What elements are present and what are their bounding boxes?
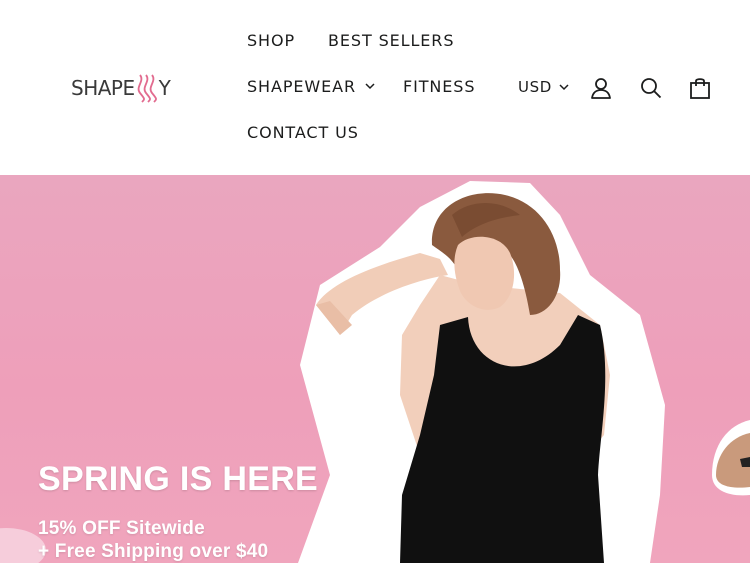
hero-banner[interactable]: SPRING IS HERE 15% OFF Sitewide + Free S… — [0, 175, 750, 563]
hero-offer-line: 15% OFF Sitewide — [38, 518, 205, 539]
nav-item-label: FITNESS — [403, 77, 476, 96]
nav-item-label: SHOP — [247, 31, 296, 50]
logo-text-right: Y — [158, 76, 171, 100]
nav-item-label: SHAPEWEAR — [247, 77, 356, 96]
nav-item-label: BEST SELLERS — [328, 31, 455, 50]
currency-label: USD — [518, 78, 552, 96]
logo-text-left: SHAPE — [71, 76, 135, 100]
nav-item-shop[interactable]: SHOP — [247, 31, 295, 50]
nav-item-shapewear[interactable]: SHAPEWEAR — [247, 77, 375, 96]
hero-shipping-line: + Free Shipping over $40 — [38, 541, 269, 562]
cart-icon[interactable] — [688, 76, 712, 100]
currency-selector[interactable]: USD — [518, 78, 569, 96]
search-icon[interactable] — [639, 76, 663, 100]
logo-wave-mark-icon — [137, 74, 157, 103]
chevron-down-icon — [365, 83, 375, 90]
nav-item-best-sellers[interactable]: BEST SELLERS — [328, 31, 454, 50]
nav-item-label: CONTACT US — [247, 123, 359, 142]
nav-item-fitness[interactable]: FITNESS — [403, 77, 475, 96]
hero-model-image — [0, 181, 750, 563]
account-icon[interactable] — [589, 76, 613, 100]
hero-title: SPRING IS HERE — [38, 460, 319, 498]
site-header: SHAPE Y SHOP BEST SELLERS SHAPEWEAR FITN… — [0, 0, 750, 175]
chevron-down-icon — [559, 83, 569, 91]
nav-item-contact-us[interactable]: CONTACT US — [247, 123, 359, 142]
brand-logo[interactable]: SHAPE Y — [71, 72, 171, 104]
